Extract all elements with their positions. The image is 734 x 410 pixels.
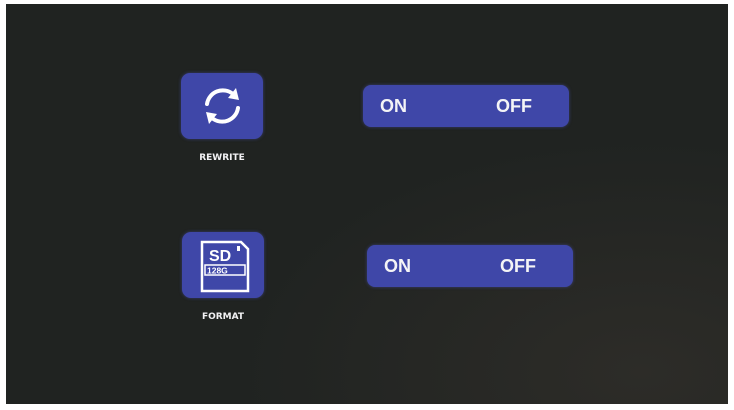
rewrite-toggle[interactable]: ON OFF xyxy=(363,85,569,127)
rewrite-label: REWRITE xyxy=(199,153,245,163)
rewrite-button[interactable] xyxy=(181,73,263,139)
sd-card-title: SD xyxy=(209,248,231,265)
settings-screen: REWRITE ON OFF SD 128G FORMAT ON OFF xyxy=(6,4,728,404)
sd-card-capacity: 128G xyxy=(207,266,228,276)
format-button[interactable]: SD 128G xyxy=(182,232,264,298)
sd-card-icon: SD 128G xyxy=(200,240,250,293)
format-off-option[interactable]: OFF xyxy=(500,256,536,277)
rewrite-off-option[interactable]: OFF xyxy=(496,96,532,117)
format-toggle[interactable]: ON OFF xyxy=(367,245,573,287)
format-label: FORMAT xyxy=(201,312,245,322)
rewrite-on-option[interactable]: ON xyxy=(380,96,407,117)
format-on-option[interactable]: ON xyxy=(384,256,411,277)
refresh-icon xyxy=(205,88,240,124)
